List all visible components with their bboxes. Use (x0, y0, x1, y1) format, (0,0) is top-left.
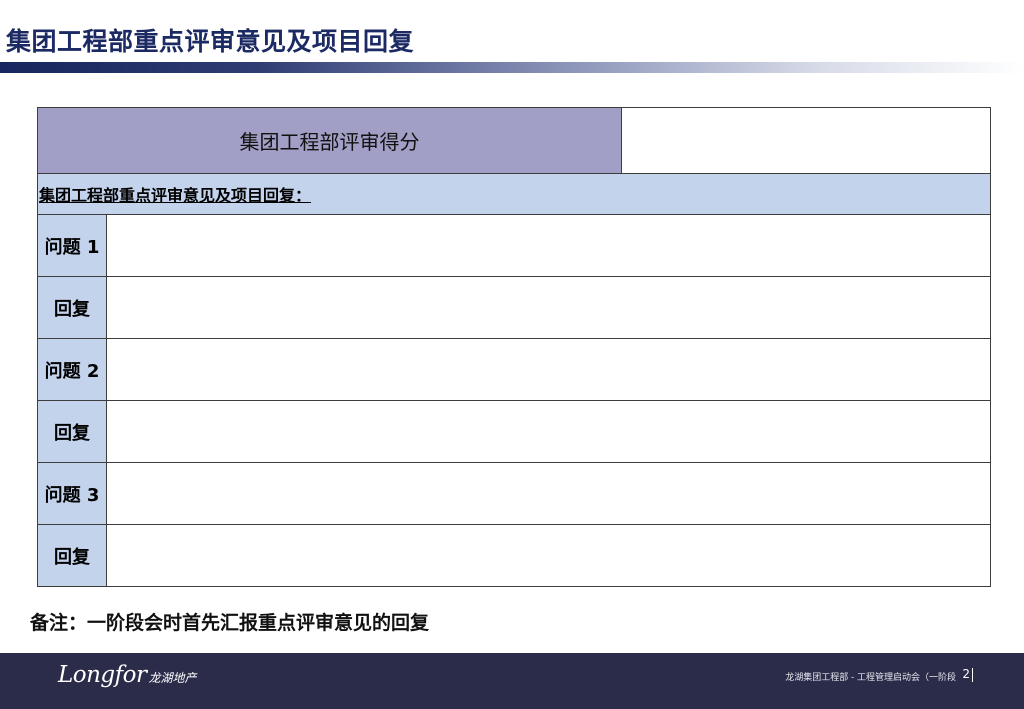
table-row: 回复 (37, 524, 991, 587)
table-row: 问题 3 (37, 462, 991, 525)
longfor-logo: Longfor 龙湖地产 (58, 662, 197, 688)
logo-wordmark: Longfor (58, 662, 147, 688)
logo-chinese: 龙湖地产 (148, 671, 197, 685)
footer-bar: Longfor 龙湖地产 龙湖集团工程部 - 工程管理启动会（一阶段 2 (0, 653, 1024, 709)
score-row: 集团工程部评审得分 (37, 107, 991, 174)
section-heading-text: 集团工程部重点评审意见及项目回复： (39, 186, 312, 205)
score-label: 集团工程部评审得分 (37, 107, 622, 174)
reply-3-content[interactable] (106, 524, 991, 587)
footnote: 备注：一阶段会时首先汇报重点评审意见的回复 (30, 612, 430, 634)
reply-1-label: 回复 (37, 276, 107, 339)
reply-2-content[interactable] (106, 400, 991, 463)
table-row: 问题 2 (37, 338, 991, 401)
table-row: 回复 (37, 276, 991, 339)
score-value-field[interactable] (621, 107, 991, 174)
question-2-content[interactable] (106, 338, 991, 401)
question-3-content[interactable] (106, 462, 991, 525)
table-row: 回复 (37, 400, 991, 463)
footer-divider (972, 668, 973, 682)
section-heading-row: 集团工程部重点评审意见及项目回复： (37, 173, 991, 215)
table-row: 问题 1 (37, 214, 991, 277)
question-1-label: 问题 1 (37, 214, 107, 277)
question-3-label: 问题 3 (37, 462, 107, 525)
reply-1-content[interactable] (106, 276, 991, 339)
section-heading: 集团工程部重点评审意见及项目回复： (37, 173, 991, 215)
page-number: 2 (962, 667, 970, 681)
review-table: 集团工程部评审得分 集团工程部重点评审意见及项目回复： 问题 1 回复 问题 2… (37, 107, 991, 587)
question-2-label: 问题 2 (37, 338, 107, 401)
question-1-content[interactable] (106, 214, 991, 277)
footer-caption: 龙湖集团工程部 - 工程管理启动会（一阶段 (785, 673, 956, 683)
reply-2-label: 回复 (37, 400, 107, 463)
reply-3-label: 回复 (37, 524, 107, 587)
title-underline-bar (0, 62, 1024, 73)
page-title: 集团工程部重点评审意见及项目回复 (6, 27, 415, 56)
